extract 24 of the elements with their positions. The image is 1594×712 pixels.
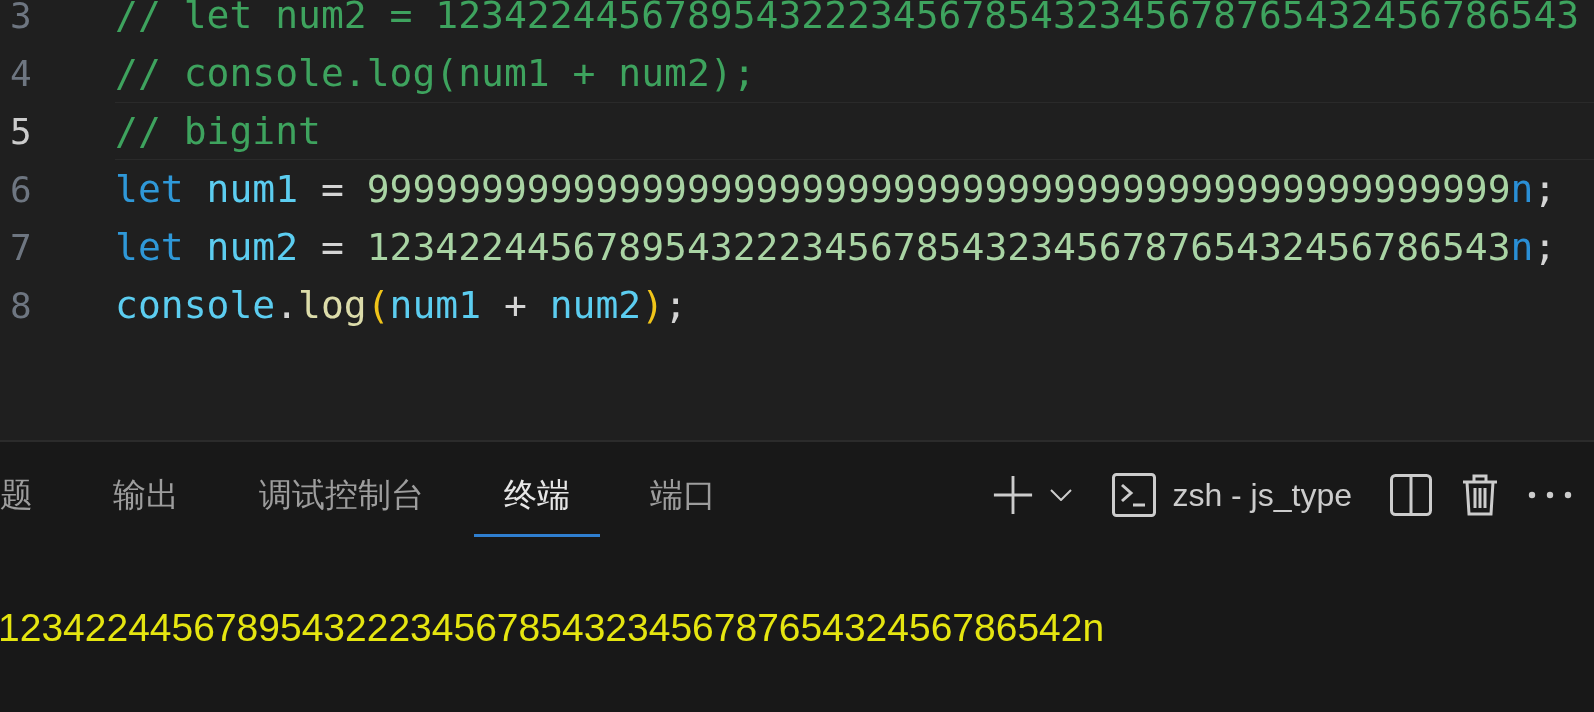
panel-tab[interactable]: 题 (0, 453, 73, 537)
code-line: console.log(num1 + num2); (115, 282, 689, 329)
line-number: 7 (9, 226, 33, 268)
line-number: 6 (9, 168, 33, 210)
code-line: // bigint (115, 102, 1594, 160)
trash-icon[interactable] (1462, 474, 1498, 516)
line-number: 4 (9, 52, 33, 94)
split-icon[interactable] (1390, 474, 1432, 516)
panel-tab[interactable]: 调试控制台 (219, 453, 464, 537)
plus-icon[interactable] (992, 474, 1035, 516)
line-number: 5 (9, 110, 33, 152)
panel-tab[interactable]: 终端 (474, 453, 600, 537)
more-icon[interactable] (1528, 491, 1572, 499)
panel-tab[interactable]: 端口 (610, 453, 756, 537)
code-line: let num1 = 99999999999999999999999999999999999999999999999999n; (115, 166, 1558, 213)
line-number: 3 (9, 0, 33, 36)
terminal-icon[interactable] (1112, 473, 1157, 517)
line-number: 8 (9, 284, 33, 326)
code-line: // console.log(num1 + num2); (115, 50, 757, 97)
code-line: let num2 = 12342244567895432223456785432345678765432456786543n; (115, 224, 1558, 271)
terminal-output: 12342244567895432223456785432345678765432456786542n (0, 606, 1106, 650)
panel-tab[interactable]: 输出 (73, 453, 219, 537)
chevron-down-icon[interactable] (1050, 489, 1073, 501)
terminal-name[interactable]: zsh - js_type (1172, 476, 1352, 514)
